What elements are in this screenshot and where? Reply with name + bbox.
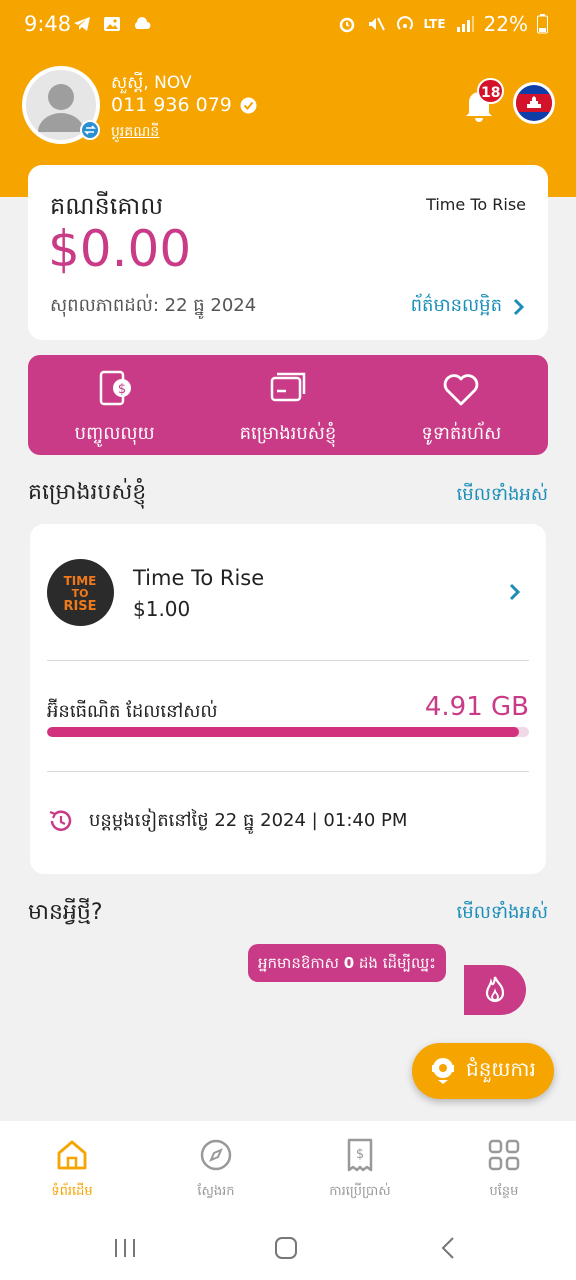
chevron-right-icon[interactable] <box>508 582 520 602</box>
grid-icon <box>488 1139 520 1171</box>
battery-percent: 22% <box>483 12 528 36</box>
history-icon <box>49 810 72 831</box>
verified-icon <box>240 97 257 113</box>
recent-apps-icon[interactable] <box>113 1236 137 1260</box>
home-icon <box>57 1140 87 1170</box>
plan-logo: TIME TO RISE <box>47 559 114 626</box>
account-balance: $0.00 <box>48 220 192 278</box>
data-remaining-label: អ៊ីនធើណិត ដែលនៅសល់ <box>47 701 218 722</box>
signal-icon <box>456 16 474 32</box>
cloud-icon <box>134 17 151 29</box>
fire-button[interactable] <box>464 965 526 1015</box>
renew-text: បន្តម្តងទៀតនៅថ្ងៃ 22 ធ្នូ 2024 | 01:40 P… <box>89 809 408 831</box>
data-progress-bar <box>47 727 529 737</box>
svg-text:$: $ <box>118 382 126 397</box>
switch-account-link[interactable]: ប្ដូរគណនី <box>111 122 159 143</box>
nav-home[interactable]: ទំព័រដើម <box>0 1121 144 1216</box>
plan-name: Time To Rise <box>133 566 265 590</box>
renew-info: បន្តម្តងទៀតនៅថ្ងៃ 22 ធ្នូ 2024 | 01:40 P… <box>47 807 407 835</box>
chance-count: 0 <box>343 954 355 972</box>
status-time: 9:48 <box>24 12 72 36</box>
fire-icon <box>485 976 505 1003</box>
language-flag-icon[interactable] <box>513 82 555 124</box>
bottom-nav: ទំព័រដើម ស្វែងរក $ ការប្រើប្រាស់ បន្ថែម <box>0 1121 576 1216</box>
nav-more-label: បន្ថែម <box>489 1184 519 1199</box>
whats-new-title: មានអ្វីថ្មី? <box>28 900 103 925</box>
mute-icon <box>368 17 385 31</box>
chance-tooltip: អ្នកមានឱកាស 0 ដង ដើម្បីឈ្នះ <box>248 944 446 982</box>
compass-icon <box>200 1139 232 1171</box>
receipt-icon: $ <box>347 1138 373 1172</box>
divider <box>47 660 529 661</box>
quick-actions-bar: $ បញ្ចូលលុយ គម្រោងរបស់ខ្ញុំ ទូទាត់រហ័ស <box>28 355 548 455</box>
network-type: LTE <box>423 17 446 31</box>
nav-explore-label: ស្វែងរក <box>197 1184 235 1199</box>
my-plans-see-all[interactable]: មើលទាំងអស់ <box>457 482 548 509</box>
valid-until: សុពលភាពដល់: 22 ធ្នូ 2024 <box>50 295 257 316</box>
hotspot-icon <box>396 16 413 30</box>
alarm-icon <box>339 17 354 33</box>
card-icon <box>270 372 306 402</box>
action-topup[interactable]: $ បញ្ចូលលុយ <box>28 355 201 455</box>
action-quick-pay-label: ទូទាត់រហ័ស <box>421 423 502 444</box>
nav-explore[interactable]: ស្វែងរក <box>144 1121 288 1216</box>
back-icon[interactable] <box>438 1236 458 1260</box>
data-progress-fill <box>47 727 520 737</box>
chevron-right-icon <box>513 298 524 315</box>
system-nav-bar <box>0 1216 576 1280</box>
telegram-icon <box>74 17 90 31</box>
nav-more[interactable]: បន្ថែម <box>432 1121 576 1216</box>
gallery-icon <box>104 17 120 31</box>
account-plan-name: Time To Rise <box>426 195 526 214</box>
help-button-label: ជំនួយការ <box>466 1057 536 1081</box>
status-bar: 9:48 LTE 22% <box>0 0 576 52</box>
action-my-plans-label: គម្រោងរបស់ខ្ញុំ <box>239 423 337 444</box>
whats-new-see-all[interactable]: មើលទាំងអស់ <box>457 900 548 927</box>
main-account-card[interactable]: គណនីគោល Time To Rise $0.00 សុពលភាពដល់: 2… <box>28 165 548 340</box>
divider <box>47 771 529 772</box>
nav-usage-label: ការប្រើប្រាស់ <box>329 1184 391 1199</box>
phone-number: 011 936 079 <box>111 94 257 116</box>
details-link[interactable]: ព័ត៌មានលម្អិត <box>411 293 524 320</box>
help-button[interactable]: ជំនួយការ <box>412 1043 554 1099</box>
my-plans-title: គម្រោងរបស់ខ្ញុំ <box>28 480 147 505</box>
battery-icon <box>537 14 548 34</box>
action-topup-label: បញ្ចូលលុយ <box>74 423 155 444</box>
svg-text:TIME: TIME <box>64 574 97 588</box>
topup-icon: $ <box>99 370 131 406</box>
plan-card: TIME TO RISE Time To Rise $1.00 អ៊ីនធើណិ… <box>30 524 546 874</box>
svg-text:$: $ <box>356 1147 364 1162</box>
svg-text:RISE: RISE <box>63 599 96 614</box>
plan-price: $1.00 <box>133 597 191 621</box>
nav-home-label: ទំព័រដើម <box>51 1184 93 1199</box>
data-remaining-value: 4.91 GB <box>424 692 529 722</box>
home-button-icon[interactable] <box>274 1236 298 1260</box>
notification-badge: 18 <box>477 78 505 104</box>
switch-account-icon[interactable] <box>80 120 100 140</box>
heart-icon <box>444 374 479 406</box>
robot-icon <box>432 1058 454 1084</box>
action-quick-pay[interactable]: ទូទាត់រហ័ស <box>375 355 548 455</box>
action-my-plans[interactable]: គម្រោងរបស់ខ្ញុំ <box>201 355 374 455</box>
nav-usage[interactable]: $ ការប្រើប្រាស់ <box>288 1121 432 1216</box>
